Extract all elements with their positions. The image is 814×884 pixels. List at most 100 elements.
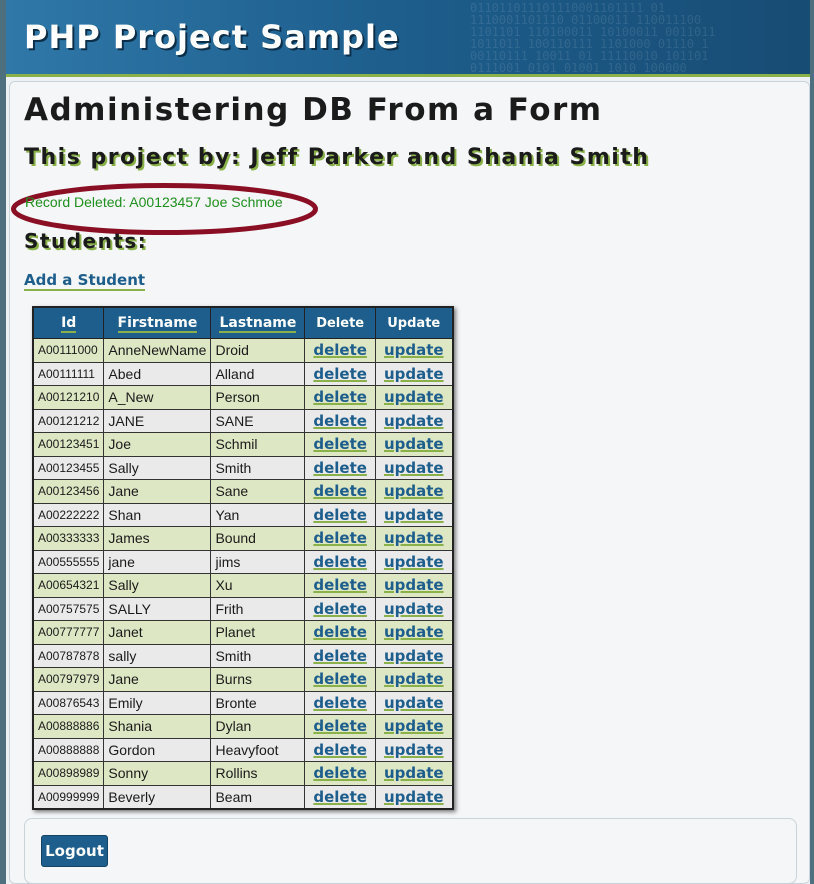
- table-row: A00121212 JANE SANE delete update: [32, 408, 454, 433]
- update-link-cell: update: [374, 432, 454, 457]
- delete-link-cell: delete: [304, 667, 376, 692]
- delete-link[interactable]: delete: [313, 341, 367, 359]
- id-cell: A00797979: [32, 667, 105, 692]
- lastname-cell: Burns: [210, 667, 306, 692]
- update-link[interactable]: update: [384, 647, 444, 665]
- lastname-cell: Rollins: [210, 761, 306, 786]
- table-row: A00123455 Sally Smith delete update: [32, 455, 454, 480]
- lastname-cell: Schmil: [210, 432, 306, 457]
- delete-link-cell: delete: [304, 385, 376, 410]
- table-row: A00888888 Gordon Heavyfoot delete update: [32, 737, 454, 762]
- delete-link-cell: delete: [304, 643, 376, 668]
- update-link[interactable]: update: [384, 694, 444, 712]
- table-row: A00787878 sally Smith delete update: [32, 643, 454, 668]
- lastname-cell: Sane: [210, 479, 306, 504]
- table-row: A00123451 Joe Schmil delete update: [32, 432, 454, 457]
- firstname-header[interactable]: Firstname: [103, 306, 212, 339]
- update-link[interactable]: update: [384, 412, 444, 430]
- update-link-cell: update: [374, 596, 454, 621]
- delete-link[interactable]: delete: [313, 365, 367, 383]
- update-link-cell: update: [374, 338, 454, 363]
- firstname-cell: jane: [103, 549, 212, 574]
- update-link[interactable]: update: [384, 717, 444, 735]
- delete-link[interactable]: delete: [313, 412, 367, 430]
- sort-id-link[interactable]: Id: [61, 315, 77, 333]
- update-link-cell: update: [374, 361, 454, 386]
- delete-link[interactable]: delete: [313, 459, 367, 477]
- update-link[interactable]: update: [384, 482, 444, 500]
- update-link[interactable]: update: [384, 341, 444, 359]
- sort-firstname-link[interactable]: Firstname: [117, 315, 198, 333]
- update-link[interactable]: update: [384, 741, 444, 759]
- delete-link[interactable]: delete: [313, 388, 367, 406]
- update-link[interactable]: update: [384, 506, 444, 524]
- update-link[interactable]: update: [384, 553, 444, 571]
- update-link-cell: update: [374, 385, 454, 410]
- binary-pattern-decoration: 011011011101110001101111 01 111000110111…: [470, 2, 716, 72]
- lastname-header[interactable]: Lastname: [210, 306, 306, 339]
- firstname-cell: Beverly: [103, 784, 212, 810]
- id-cell: A00123451: [32, 432, 105, 457]
- update-link[interactable]: update: [384, 529, 444, 547]
- lastname-cell: Smith: [210, 455, 306, 480]
- project-authors: This project by: Jeff Parker and Shania …: [24, 145, 650, 170]
- id-cell: A00111000: [32, 338, 105, 363]
- id-cell: A00121212: [32, 408, 105, 433]
- delete-header: Delete: [304, 306, 376, 339]
- update-link-cell: update: [374, 690, 454, 715]
- delete-link[interactable]: delete: [313, 529, 367, 547]
- delete-link[interactable]: delete: [313, 741, 367, 759]
- delete-link[interactable]: delete: [313, 553, 367, 571]
- table-row: A00876543 Emily Bronte delete update: [32, 690, 454, 715]
- delete-link[interactable]: delete: [313, 670, 367, 688]
- update-link-cell: update: [374, 502, 454, 527]
- table-row: A00222222 Shan Yan delete update: [32, 502, 454, 527]
- delete-link-cell: delete: [304, 338, 376, 363]
- update-link-cell: update: [374, 479, 454, 504]
- firstname-cell: SALLY: [103, 596, 212, 621]
- update-link[interactable]: update: [384, 600, 444, 618]
- delete-link[interactable]: delete: [313, 576, 367, 594]
- delete-link[interactable]: delete: [313, 623, 367, 641]
- delete-link[interactable]: delete: [313, 717, 367, 735]
- sort-lastname-link[interactable]: Lastname: [219, 315, 297, 333]
- update-link[interactable]: update: [384, 788, 444, 806]
- delete-link[interactable]: delete: [313, 647, 367, 665]
- add-student-link[interactable]: Add a Student: [24, 271, 146, 291]
- lastname-cell: Alland: [210, 361, 306, 386]
- firstname-cell: Abed: [103, 361, 212, 386]
- update-link[interactable]: update: [384, 388, 444, 406]
- delete-link-cell: delete: [304, 549, 376, 574]
- update-link-cell: update: [374, 526, 454, 551]
- update-link[interactable]: update: [384, 670, 444, 688]
- delete-link[interactable]: delete: [313, 600, 367, 618]
- update-link[interactable]: update: [384, 459, 444, 477]
- delete-link-cell: delete: [304, 714, 376, 739]
- firstname-cell: Emily: [103, 690, 212, 715]
- delete-link[interactable]: delete: [313, 694, 367, 712]
- delete-link-cell: delete: [304, 737, 376, 762]
- id-header[interactable]: Id: [32, 306, 105, 339]
- delete-link[interactable]: delete: [313, 482, 367, 500]
- table-row: A00111000 AnneNewName Droid delete update: [32, 338, 454, 363]
- page-title: Administering DB From a Form: [24, 92, 603, 128]
- update-link[interactable]: update: [384, 365, 444, 383]
- update-link[interactable]: update: [384, 576, 444, 594]
- delete-link[interactable]: delete: [313, 764, 367, 782]
- update-link[interactable]: update: [384, 623, 444, 641]
- logout-button[interactable]: Logout: [41, 835, 108, 867]
- firstname-cell: James: [103, 526, 212, 551]
- id-cell: A00123456: [32, 479, 105, 504]
- delete-link[interactable]: delete: [313, 435, 367, 453]
- delete-link-cell: delete: [304, 432, 376, 457]
- update-link-cell: update: [374, 549, 454, 574]
- delete-link[interactable]: delete: [313, 506, 367, 524]
- update-link[interactable]: update: [384, 435, 444, 453]
- update-header: Update: [374, 306, 454, 339]
- update-link[interactable]: update: [384, 764, 444, 782]
- delete-link[interactable]: delete: [313, 788, 367, 806]
- table-row: A00654321 Sally Xu delete update: [32, 573, 454, 598]
- delete-link-cell: delete: [304, 408, 376, 433]
- id-cell: A00654321: [32, 573, 105, 598]
- update-link-cell: update: [374, 455, 454, 480]
